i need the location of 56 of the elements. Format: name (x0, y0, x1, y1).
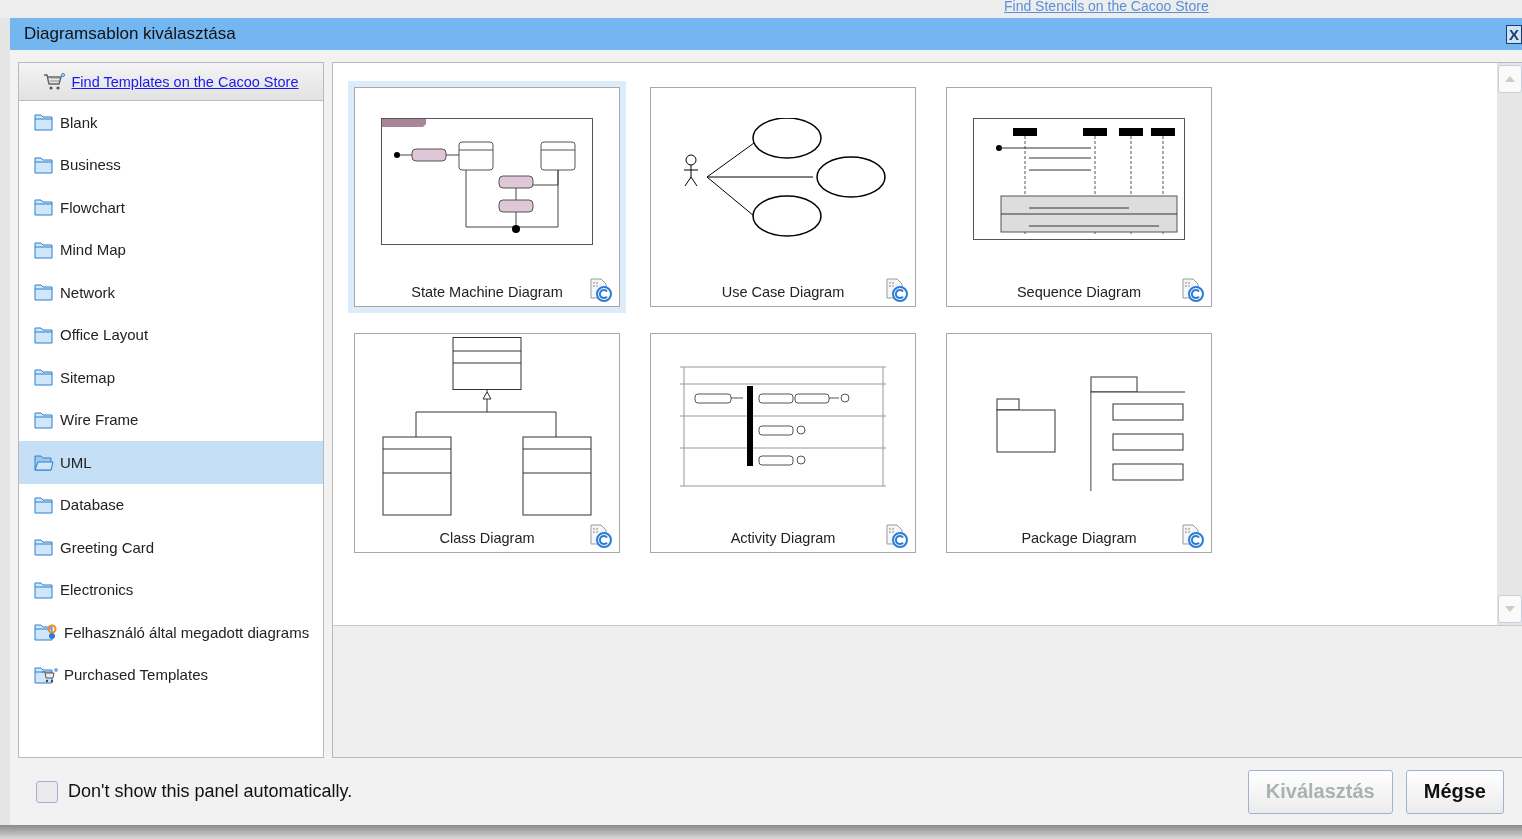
cart-icon (43, 72, 66, 91)
folder-icon (34, 325, 54, 344)
folder-icon (34, 580, 54, 599)
folder-icon (34, 538, 54, 557)
cart-folder-icon (34, 665, 58, 684)
folder-icon (34, 240, 54, 259)
template-title: Sequence Diagram (1016, 284, 1142, 300)
template-title: State Machine Diagram (411, 284, 563, 300)
template-card[interactable]: Use Case Diagram (650, 87, 916, 307)
folder-icon (34, 495, 54, 514)
template-title: Activity Diagram (730, 530, 836, 546)
copy-document-icon (885, 278, 909, 302)
folder-icon (34, 155, 54, 174)
checkbox-label: Don't show this panel automatically. (68, 781, 353, 802)
close-button[interactable]: X (1506, 24, 1522, 44)
up-arrow-icon (1504, 76, 1515, 82)
category-item[interactable]: Sitemap (19, 356, 323, 399)
folder-icon (34, 368, 54, 387)
category-item[interactable]: Mind Map (19, 228, 323, 271)
template-card[interactable]: Activity Diagram (650, 333, 916, 553)
copy-document-icon (589, 524, 613, 548)
scroll-up-button[interactable] (1497, 65, 1522, 93)
category-item[interactable]: Purchased Templates (19, 653, 323, 696)
template-card[interactable]: Package Diagram (946, 333, 1212, 553)
user-folder-icon (34, 623, 58, 642)
copy-document-icon (885, 524, 909, 548)
category-item[interactable]: Office Layout (19, 313, 323, 356)
dialog-title: Diagramsablon kiválasztása (23, 24, 236, 44)
category-item[interactable]: Blank (19, 101, 323, 144)
category-item[interactable]: Business (19, 143, 323, 186)
folder-icon (34, 198, 54, 217)
dialog-button[interactable]: Mégse (1405, 769, 1504, 814)
copy-document-icon (589, 278, 613, 302)
scroll-down-button[interactable] (1497, 595, 1522, 623)
copy-document-icon (1181, 278, 1205, 302)
template-store-link[interactable]: Find Templates on the Cacoo Store (71, 73, 299, 90)
template-card[interactable]: Class Diagram (354, 333, 620, 553)
template-title: Package Diagram (1021, 530, 1137, 546)
category-item[interactable]: Greeting Card (19, 526, 323, 569)
template-title: Use Case Diagram (721, 284, 845, 300)
category-item[interactable]: Wire Frame (19, 398, 323, 441)
category-item[interactable]: Electronics (19, 568, 323, 611)
down-arrow-icon (1504, 606, 1515, 612)
checkbox[interactable] (36, 780, 58, 803)
category-item[interactable]: Database (19, 483, 323, 526)
folder-icon (34, 283, 54, 302)
category-item[interactable]: UML (19, 441, 323, 484)
folder-icon (34, 410, 54, 429)
category-item[interactable]: Felhasználó által megadott diagrams (19, 611, 323, 654)
folder-icon (34, 453, 54, 472)
copy-document-icon (1181, 524, 1205, 548)
folder-icon (34, 113, 54, 132)
template-title: Class Diagram (439, 530, 535, 546)
template-card[interactable]: Sequence Diagram (946, 87, 1212, 307)
category-item[interactable]: Flowchart (19, 186, 323, 229)
category-item[interactable]: Network (19, 271, 323, 314)
